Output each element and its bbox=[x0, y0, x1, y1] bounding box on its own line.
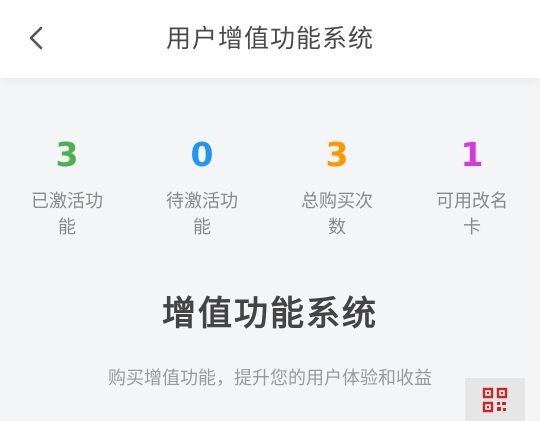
stat-rename-cards: 1 可用改名卡 bbox=[412, 130, 532, 241]
hero-subtitle: 购买增值功能，提升您的用户体验和收益 bbox=[108, 368, 432, 389]
stat-total-purchases: 3 总购买次数 bbox=[277, 130, 397, 241]
stat-value: 3 bbox=[55, 135, 79, 174]
stat-label: 待激活功能 bbox=[166, 191, 238, 238]
stat-value: 3 bbox=[325, 135, 349, 174]
stat-label: 已激活功能 bbox=[31, 191, 103, 238]
stat-label: 总购买次数 bbox=[301, 191, 373, 238]
stat-value: 0 bbox=[190, 135, 214, 174]
stats-row: 3 已激活功能 0 待激活功能 3 总购买次数 1 可用改名卡 bbox=[0, 130, 540, 250]
app-header: 用户增值功能系统 bbox=[0, 0, 540, 78]
stat-label: 可用改名卡 bbox=[436, 191, 508, 238]
page-title: 用户增值功能系统 bbox=[165, 24, 374, 53]
page: 用户增值功能系统 3 已激活功能 0 待激活功能 3 总购买次数 1 可用改名卡… bbox=[0, 0, 540, 421]
stat-activated: 3 已激活功能 bbox=[7, 130, 127, 241]
stat-value: 1 bbox=[460, 135, 484, 174]
hero-title: 增值功能系统 bbox=[162, 294, 378, 334]
qr-code-icon bbox=[482, 387, 508, 413]
qr-code-button[interactable] bbox=[465, 378, 525, 421]
stat-pending: 0 待激活功能 bbox=[142, 130, 262, 241]
